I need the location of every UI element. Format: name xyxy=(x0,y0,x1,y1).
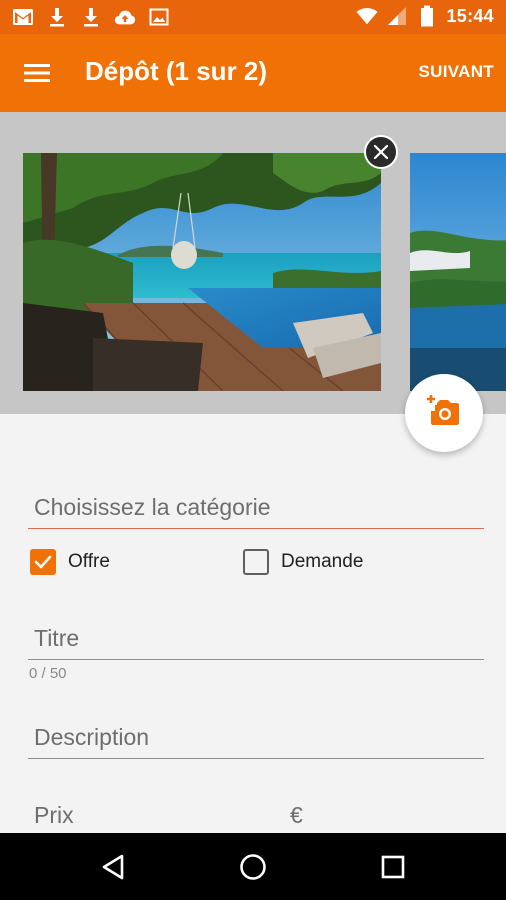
offer-label: Offre xyxy=(68,551,110,572)
image-icon xyxy=(148,6,170,28)
offer-checkbox-row[interactable]: Offre xyxy=(30,549,110,575)
signal-icon xyxy=(386,5,408,27)
status-bar: 15:44 xyxy=(0,0,506,34)
title-underline xyxy=(28,659,484,660)
description-placeholder: Description xyxy=(34,724,150,750)
system-icons: 15:44 xyxy=(356,5,494,27)
offer-checkbox[interactable] xyxy=(30,549,56,575)
request-checkbox[interactable] xyxy=(243,549,269,575)
title-char-counter: 0 / 50 xyxy=(29,665,67,682)
download-icon xyxy=(80,6,102,28)
cloud-upload-icon xyxy=(114,6,136,28)
next-button[interactable]: SUIVANT xyxy=(419,62,494,82)
description-field[interactable]: Description xyxy=(28,724,484,760)
page-title: Dépôt (1 sur 2) xyxy=(85,56,268,86)
clock: 15:44 xyxy=(446,5,494,26)
gmail-icon xyxy=(12,6,34,28)
battery-icon xyxy=(416,5,438,27)
notification-icons xyxy=(12,6,170,28)
category-field[interactable]: Choisissez la catégorie xyxy=(28,494,484,530)
photo-gallery[interactable] xyxy=(0,112,506,414)
description-underline xyxy=(28,758,484,759)
category-underline xyxy=(28,528,484,529)
hamburger-menu-icon[interactable] xyxy=(14,50,60,96)
request-label: Demande xyxy=(281,551,364,572)
listing-photo[interactable] xyxy=(410,153,506,391)
download-icon xyxy=(46,6,68,28)
title-placeholder: Titre xyxy=(34,625,80,651)
home-circle-icon[interactable] xyxy=(233,847,273,887)
recents-square-icon[interactable] xyxy=(373,847,413,887)
wifi-icon xyxy=(356,5,378,27)
close-icon[interactable] xyxy=(364,135,398,169)
add-photo-icon xyxy=(427,394,461,432)
app-toolbar: Dépôt (1 sur 2) SUIVANT xyxy=(0,34,506,112)
currency-symbol: € xyxy=(290,802,303,828)
back-triangle-icon[interactable] xyxy=(93,847,133,887)
request-checkbox-row[interactable]: Demande xyxy=(243,549,363,575)
title-field[interactable]: Titre xyxy=(28,625,484,661)
system-nav-bar xyxy=(0,833,506,900)
add-photo-button[interactable] xyxy=(405,374,483,452)
price-field[interactable]: Prix xyxy=(34,802,74,829)
category-placeholder: Choisissez la catégorie xyxy=(34,494,271,520)
listing-photo[interactable] xyxy=(23,153,381,391)
